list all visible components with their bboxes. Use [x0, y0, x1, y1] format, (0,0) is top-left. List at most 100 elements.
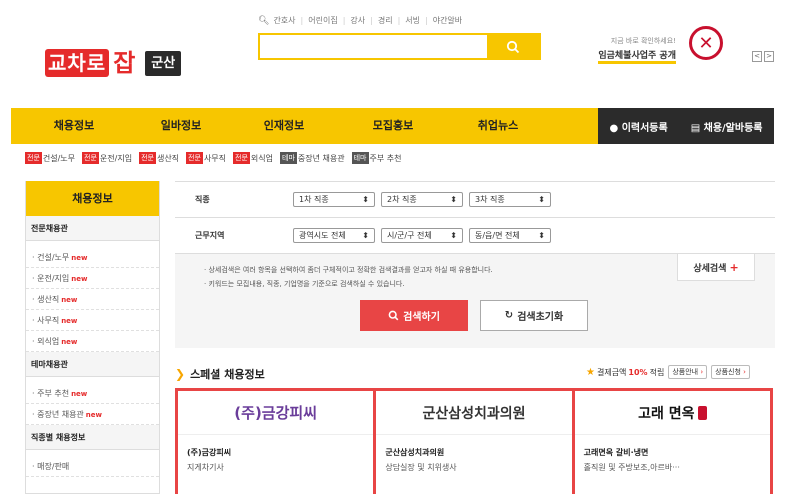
category-tags: 전문 건설/노무 전문 운전/지입 전문 생산직 전문 사무직 전문 외식업 테마 중장년 … [25, 152, 408, 164]
no-sign-icon[interactable]: ✕ [689, 26, 723, 60]
promo-pager: < > [752, 51, 774, 62]
promo-banner[interactable]: 지금 바로 확인하세요! 임금체불사업주 공개 [590, 36, 676, 64]
search-icon: 🔍︎ [258, 15, 270, 26]
updown-icon: ⬍ [538, 231, 545, 240]
job-title: 상담실장 및 치위생사 [385, 463, 457, 472]
search-info-panel: · 상세검색은 여러 항목을 선택하여 좀더 구체적이고 정확한 검색결과를 얻… [175, 254, 775, 348]
document-icon: ▤ [690, 122, 701, 134]
top-header: 교차로 잡 군산 🔍︎ 간호사 | 어린이집 | 강사 | 경리 | 서빙 | 야간알바 … [0, 0, 791, 108]
special-jobs-actions: ★ 결제금액 10% 적립 상품안내 › 상품신청 › [586, 365, 750, 379]
updown-icon: ⬍ [450, 231, 457, 240]
tag-link[interactable]: 테마 중장년 채용관 [280, 152, 345, 164]
region-city-select[interactable]: 시/군/구 전체 ⬍ [381, 228, 463, 243]
search-input[interactable] [260, 35, 487, 58]
tag-link[interactable]: 전문 사무직 [186, 152, 226, 164]
job-card[interactable]: 고래 면옥 고래면옥 갈비·냉면 홀직원 및 주방보조,아르바··· [574, 391, 770, 494]
job-category-1-select[interactable]: 1차 직종 ⬍ [293, 192, 375, 207]
updown-icon: ⬍ [538, 195, 545, 204]
sidebar-section-title[interactable]: 직종별 채용정보 [26, 425, 159, 450]
logo-sub: 잡 [113, 49, 136, 77]
tag-link[interactable]: 테마 주부 추천 [351, 152, 401, 164]
refresh-icon: ↻ [504, 310, 514, 321]
filter-label: 직종 [195, 195, 210, 204]
site-logo[interactable]: 교차로 잡 군산 [45, 49, 182, 77]
search-reset-button[interactable]: ↻ 검색초기화 [480, 300, 588, 331]
quick-link[interactable]: 경리 [378, 15, 393, 26]
sidebar-item[interactable]: · 매장/판매 [26, 456, 159, 477]
special-job-cards: (주)금강피씨 (주)금강피씨 지게차기사 군산삼성치과의원 군산삼성치과의원 … [175, 388, 773, 494]
sidebar-item[interactable]: · 운전/지입 new [26, 268, 159, 289]
job-card[interactable]: (주)금강피씨 (주)금강피씨 지게차기사 [178, 391, 377, 494]
promo-title: 임금체불사업주 공개 [598, 48, 676, 64]
search-button[interactable] [487, 35, 539, 58]
search-icon [506, 40, 520, 53]
quick-link[interactable]: 서빙 [405, 15, 420, 26]
info-text: · 키워드는 모집내용, 직종, 기업명을 기준으로 검색하실 수 있습니다. [204, 280, 405, 288]
nav-item-parttime[interactable]: 일바정보 [137, 108, 225, 144]
nav-item-news[interactable]: 취업뉴스 [443, 108, 553, 144]
user-icon: ● [609, 122, 619, 134]
sidebar-item[interactable]: · 중장년 채용관 new [26, 404, 159, 425]
main-nav: 채용정보 일바정보 인재정보 모집홍보 취업뉴스 ● 이력서등록 ▤ 채용/알바… [11, 108, 774, 144]
filter-row-job: 직종 1차 직종 ⬍ 2차 직종 ⬍ 3차 직종 ⬍ [175, 182, 775, 218]
nav-actions: ● 이력서등록 ▤ 채용/알바등록 [598, 108, 774, 144]
chevron-right-icon: ❯ [175, 367, 186, 381]
region-badge[interactable]: 군산 [145, 50, 182, 76]
region-province-select[interactable]: 광역시도 전체 ⬍ [293, 228, 375, 243]
tag-link[interactable]: 전문 건설/노무 [25, 152, 75, 164]
pager-prev-button[interactable]: < [752, 51, 762, 62]
quick-links: 🔍︎ 간호사 | 어린이집 | 강사 | 경리 | 서빙 | 야간알바 [258, 15, 463, 26]
sidebar: 채용정보 전문채용관 · 건설/노무 new · 운전/지입 new · 생산직 ne… [25, 181, 160, 494]
updown-icon: ⬍ [450, 195, 457, 204]
company-banner: 군산삼성치과의원 [422, 405, 526, 422]
quick-link[interactable]: 강사 [350, 15, 365, 26]
company-name: 고래면옥 갈비·냉면 [583, 448, 649, 457]
quick-link[interactable]: 어린이집 [308, 15, 337, 26]
special-jobs-title: ❯ 스페셜 채용정보 [175, 367, 265, 381]
promo-subtext: 지금 바로 확인하세요! [610, 37, 676, 45]
tag-link[interactable]: 전문 생산직 [139, 152, 179, 164]
job-category-3-select[interactable]: 3차 직종 ⬍ [469, 192, 551, 207]
search-box [258, 33, 541, 60]
search-submit-button[interactable]: 검색하기 [360, 300, 468, 331]
quick-link[interactable]: 야간알바 [433, 15, 462, 26]
sidebar-item[interactable]: · 주부 추천 new [26, 383, 159, 404]
product-info-button[interactable]: 상품안내 › [668, 365, 708, 379]
plus-icon: + [729, 260, 739, 274]
tag-link[interactable]: 전문 운전/지입 [82, 152, 132, 164]
resume-register-button[interactable]: ● 이력서등록 [609, 119, 667, 134]
logo-mark-icon [697, 405, 707, 420]
nav-item-jobs[interactable]: 채용정보 [11, 108, 137, 144]
job-title: 지게차기사 [187, 463, 224, 472]
job-card[interactable]: 군산삼성치과의원 군산삼성치과의원 상담실장 및 치위생사 [376, 391, 575, 494]
sidebar-item[interactable]: · 사무직 new [26, 310, 159, 331]
sidebar-item[interactable]: · 생산직 new [26, 289, 159, 310]
tag-link[interactable]: 전문 외식업 [233, 152, 273, 164]
job-post-button[interactable]: ▤ 채용/알바등록 [691, 119, 763, 134]
company-banner: 고래 면옥 [638, 403, 707, 423]
filter-row-region: 근무지역 광역시도 전체 ⬍ 시/군/구 전체 ⬍ 동/읍/면 전체 ⬍ [175, 218, 775, 254]
info-text: · 상세검색은 여러 항목을 선택하여 좀더 구체적이고 정확한 검색결과를 얻… [204, 266, 493, 274]
updown-icon: ⬍ [362, 195, 369, 204]
company-name: 군산삼성치과의원 [385, 448, 445, 457]
nav-item-talent[interactable]: 인재정보 [225, 108, 343, 144]
sidebar-item[interactable]: · 건설/노무 new [26, 247, 159, 268]
advanced-search-toggle[interactable]: 상세검색 + [677, 254, 755, 281]
nav-item-promo[interactable]: 모집홍보 [343, 108, 443, 144]
pager-next-button[interactable]: > [764, 51, 774, 62]
sidebar-section-title[interactable]: 테마채용관 [26, 352, 159, 377]
job-category-2-select[interactable]: 2차 직종 ⬍ [381, 192, 463, 207]
job-title: 홀직원 및 주방보조,아르바··· [583, 463, 680, 472]
star-icon: ★ [586, 366, 595, 378]
updown-icon: ⬍ [362, 231, 369, 240]
company-banner: (주)금강피씨 [234, 404, 318, 422]
quick-link[interactable]: 간호사 [273, 15, 295, 26]
product-apply-button[interactable]: 상품신청 › [711, 365, 750, 379]
sidebar-title[interactable]: 채용정보 [26, 181, 159, 216]
sidebar-item[interactable]: · 외식업 new [26, 331, 159, 352]
logo-main: 교차로 [45, 49, 110, 77]
sidebar-section-title[interactable]: 전문채용관 [26, 216, 159, 241]
search-icon [388, 310, 399, 321]
region-town-select[interactable]: 동/읍/면 전체 ⬍ [469, 228, 551, 243]
filter-label: 근무지역 [195, 231, 225, 240]
